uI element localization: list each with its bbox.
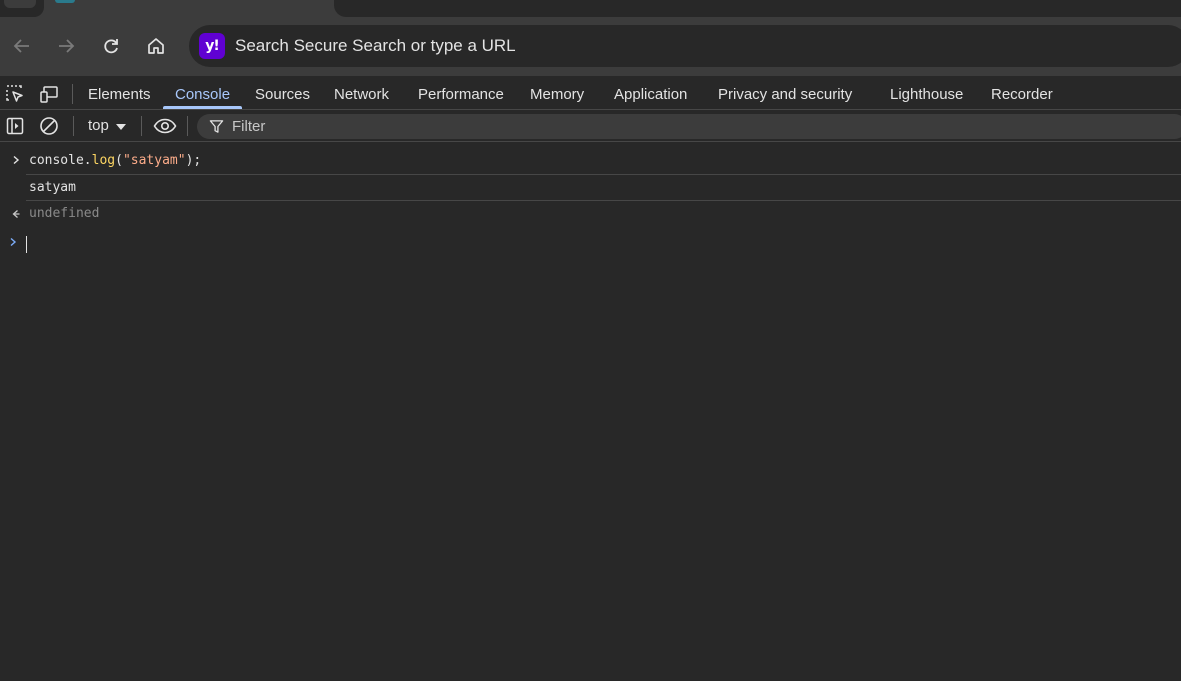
result-arrow-icon [12, 210, 20, 218]
home-button[interactable] [141, 31, 171, 61]
yahoo-search-logo: y! [199, 33, 225, 59]
address-bar-placeholder: Search Secure Search or type a URL [235, 36, 516, 55]
token-method: log [91, 153, 116, 168]
panel-tabs-separator [72, 84, 73, 104]
tab-performance[interactable]: Performance [418, 86, 504, 103]
filter-input[interactable]: Filter [197, 114, 1181, 139]
input-chevron-icon [13, 155, 20, 165]
console-toolbar-separator [187, 116, 188, 136]
console-log-output: satyam [29, 180, 76, 195]
live-expression-eye-icon[interactable] [153, 116, 177, 136]
address-bar[interactable]: y! Search Secure Search or type a URL [189, 25, 1181, 67]
tab-left-inner [4, 0, 36, 8]
active-tab[interactable] [334, 0, 1181, 17]
inspect-element-icon[interactable] [5, 84, 25, 104]
console-toolbar-separator [73, 116, 74, 136]
home-icon [148, 38, 164, 54]
active-tab-indicator [163, 106, 242, 109]
tab-memory[interactable]: Memory [530, 86, 584, 103]
tab-network[interactable]: Network [334, 86, 389, 103]
token-object: console [29, 153, 84, 168]
console-return-value: undefined [29, 206, 100, 221]
forward-button[interactable] [51, 31, 81, 61]
browser-toolbar: y! Search Secure Search or type a URL [0, 17, 1181, 74]
tab-elements[interactable]: Elements [88, 86, 151, 103]
tab-application[interactable]: Application [614, 86, 687, 103]
chevron-down-icon [116, 124, 126, 130]
message-separator [26, 200, 1181, 201]
filter-placeholder: Filter [232, 118, 266, 135]
arrow-left-icon [13, 39, 29, 53]
tab-favicon-icon [55, 0, 75, 3]
token-close: ); [185, 153, 202, 168]
console-toolbar: top Filter [0, 111, 1181, 142]
tab-console[interactable]: Console [175, 86, 230, 103]
token-dot: . [83, 153, 92, 168]
tab-lighthouse[interactable]: Lighthouse [890, 86, 963, 103]
filter-icon [209, 120, 224, 133]
context-selector[interactable]: top [88, 117, 109, 134]
tab-strip [0, 0, 1181, 17]
console-toolbar-separator [141, 116, 142, 136]
prompt-chevron-icon [10, 237, 17, 247]
yahoo-logo-text: y! [205, 38, 219, 54]
devtools-panel-tabs: Elements Console Sources Network Perform… [0, 76, 1181, 110]
tab-left[interactable] [0, 0, 44, 17]
arrow-right-icon [59, 39, 75, 53]
tab-privacy-and-security[interactable]: Privacy and security [718, 86, 852, 103]
device-toolbar-icon[interactable] [39, 84, 59, 104]
message-separator [26, 174, 1181, 175]
token-open-paren: ( [115, 153, 123, 168]
clear-console-icon[interactable] [39, 116, 59, 136]
console-input-command[interactable]: console.log("satyam"); [29, 153, 201, 168]
console-prompt-input[interactable] [24, 232, 1174, 256]
show-sidebar-icon[interactable] [5, 116, 25, 136]
reload-button[interactable] [96, 31, 126, 61]
reload-icon [104, 39, 118, 54]
tab-recorder[interactable]: Recorder [991, 86, 1053, 103]
back-button[interactable] [7, 31, 37, 61]
tab-sources[interactable]: Sources [255, 86, 310, 103]
text-caret [26, 236, 27, 253]
token-string: "satyam" [122, 153, 186, 168]
